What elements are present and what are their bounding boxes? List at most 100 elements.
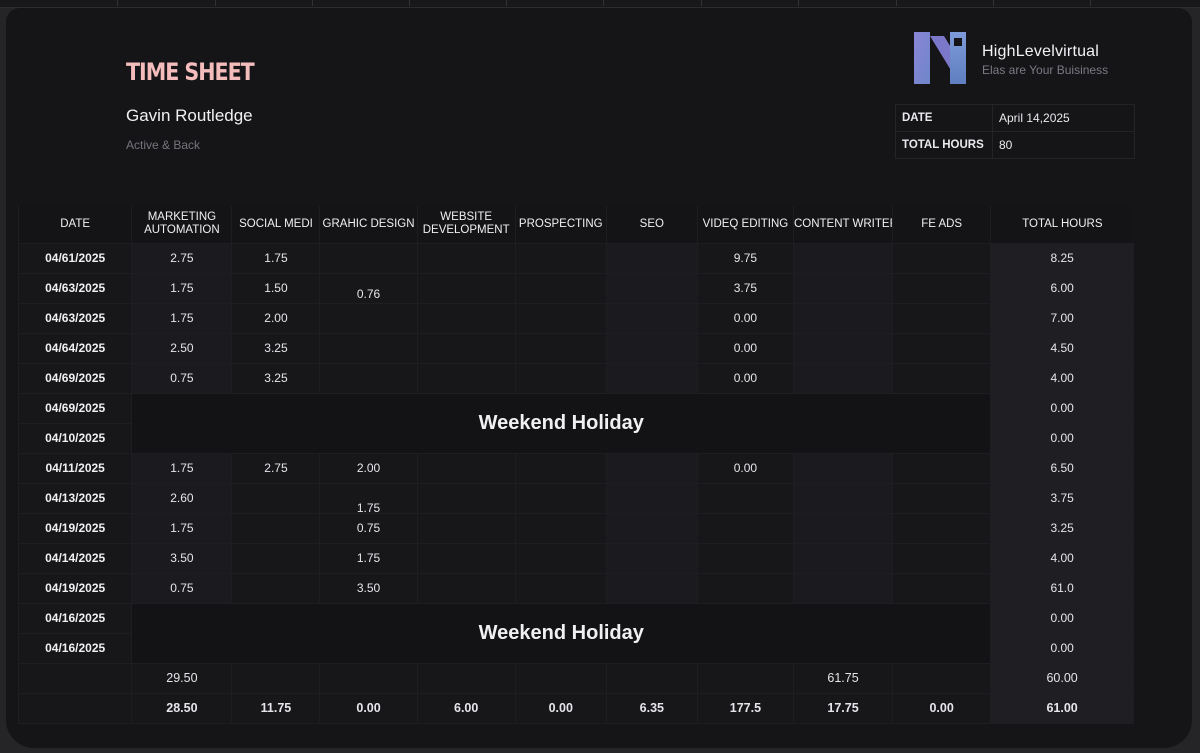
column-header: FE ADS — [892, 206, 991, 243]
summary-info-table: DATE April 14,2025 TOTAL HOURS 80 — [895, 104, 1135, 159]
hours-cell: 1.50 — [231, 272, 321, 304]
sum-cell: 0.00 — [319, 692, 418, 724]
column-header: WEBSITE DEVELOPMENT — [416, 206, 516, 243]
hours-cell — [514, 272, 607, 304]
hours-cell — [605, 242, 698, 274]
sum-cell — [17, 662, 133, 694]
hours-cell — [792, 362, 894, 394]
column-header: CONTENT WRITER — [792, 206, 893, 243]
table-row: 04/16/2025 Weekend Holiday 0.00 — [17, 602, 1134, 664]
info-label: DATE — [895, 104, 993, 132]
table-row: 04/69/2025 Weekend Holiday 0.00 — [17, 392, 1134, 454]
sum-cell: 177.5 — [696, 692, 794, 724]
hours-cell — [416, 332, 516, 364]
hours-value: 2.75 — [170, 251, 194, 265]
hours-cell — [514, 302, 607, 334]
hours-cell — [605, 542, 698, 574]
sum-cell: 0.00 — [892, 692, 992, 724]
hours-value: 1.50 — [264, 281, 288, 295]
total-hours-cell: 7.00 — [990, 302, 1134, 334]
column-header: GRAHIC DESIGN — [319, 206, 418, 243]
hours-value: 1.75 — [170, 311, 194, 325]
hours-cell — [792, 242, 894, 274]
sum-cell: 0.00 — [514, 692, 607, 724]
sum-cell: 11.75 — [231, 692, 321, 724]
hours-value: 1.75 — [264, 251, 288, 265]
hours-cell: 2.75 — [231, 452, 321, 484]
hours-value: 0.00 — [733, 341, 758, 355]
sum-cell — [892, 662, 992, 694]
hours-cell — [696, 542, 794, 574]
brand-tagline: Elas are Your Buisiness — [982, 63, 1109, 77]
table-header-row: DATE MARKETING AUTOMATION SOCIAL MEDI GRA… — [17, 206, 1134, 243]
date-cell: 04/61/2025 — [17, 242, 133, 274]
table-row: 04/63/2025 1.75 1.50 0.76 3.75 6.00 — [17, 272, 1134, 304]
hours-value: 0.00 — [733, 371, 758, 385]
hours-cell: 1.75 — [319, 482, 418, 515]
date-cell: 04/14/2025 — [17, 542, 133, 574]
sum-cell — [319, 662, 418, 694]
table-row: 04/63/2025 1.75 2.00 0.00 7.00 — [17, 302, 1134, 334]
hours-value: 3.50 — [170, 551, 194, 565]
hours-cell: 0.75 — [131, 572, 233, 604]
hours-cell: 3.25 — [231, 362, 321, 394]
hours-cell — [416, 482, 516, 514]
info-value: 80 — [992, 131, 1135, 159]
hours-cell — [605, 482, 698, 514]
total-hours-cell: 6.00 — [990, 272, 1134, 304]
hours-cell — [892, 512, 992, 544]
hours-value: 1.75 — [356, 501, 381, 515]
hours-value: 0.00 — [733, 461, 758, 475]
hours-value: 3.75 — [733, 281, 758, 295]
hours-cell — [892, 332, 992, 364]
hours-value: 2.60 — [170, 491, 194, 505]
brand-name: HighLevelvirtual — [982, 43, 1100, 60]
sum-cell: 61.75 — [792, 662, 894, 694]
hours-cell — [319, 302, 418, 334]
hours-cell — [792, 542, 894, 574]
hours-cell — [514, 332, 607, 364]
timesheet-table: DATE MARKETING AUTOMATION SOCIAL MEDI GRA… — [17, 206, 1134, 724]
column-header: SOCIAL MEDI — [231, 206, 320, 243]
info-row-date: DATE April 14,2025 — [895, 104, 1135, 132]
hours-cell — [792, 452, 894, 484]
hours-value: 1.75 — [170, 521, 194, 535]
hours-cell — [792, 572, 894, 604]
hours-cell — [416, 272, 516, 304]
hours-cell: 0.00 — [696, 362, 794, 394]
total-hours-cell: 8.25 — [990, 242, 1134, 274]
hours-cell — [792, 302, 894, 334]
hours-cell — [319, 332, 418, 364]
sum-cell: 17.75 — [792, 692, 894, 724]
hours-value: 3.25 — [264, 371, 288, 385]
info-label: TOTAL HOURS — [895, 131, 993, 159]
hours-cell — [416, 242, 516, 274]
hours-value: 2.75 — [264, 461, 288, 475]
hours-cell — [696, 572, 794, 604]
hours-cell: 3.75 — [696, 272, 794, 304]
hours-cell — [514, 482, 607, 514]
date-cell: 04/19/2025 — [17, 572, 133, 604]
hours-value: 1.75 — [170, 281, 194, 295]
table-row: 04/61/2025 2.75 1.75 9.75 8.25 — [17, 242, 1134, 274]
hours-value: 1.75 — [356, 551, 381, 565]
date-cell: 04/11/2025 — [17, 452, 133, 484]
sum-cell — [17, 692, 133, 724]
column-header: SEO — [605, 206, 698, 243]
hours-cell: 1.75 — [319, 542, 418, 574]
hours-value: 2.00 — [356, 461, 381, 475]
column-header: MARKETING AUTOMATION — [131, 206, 232, 243]
hours-cell — [792, 272, 894, 304]
table-row: 04/11/2025 1.75 2.75 2.00 0.00 6.50 — [17, 452, 1134, 484]
subtotal-row: 29.50 61.75 60.00 — [17, 662, 1134, 694]
hours-cell — [605, 302, 698, 334]
total-hours-cell: 61.0 — [990, 572, 1134, 604]
hours-cell — [231, 512, 321, 544]
hours-cell: 1.75 — [131, 452, 233, 484]
hours-cell — [416, 512, 516, 544]
hours-cell: 1.75 — [131, 272, 233, 304]
hours-cell — [514, 362, 607, 394]
timesheet-document: TIME SHEET Gavin Routledge Active & Back… — [6, 8, 1192, 748]
hours-cell — [605, 272, 698, 304]
hours-cell — [892, 542, 992, 574]
